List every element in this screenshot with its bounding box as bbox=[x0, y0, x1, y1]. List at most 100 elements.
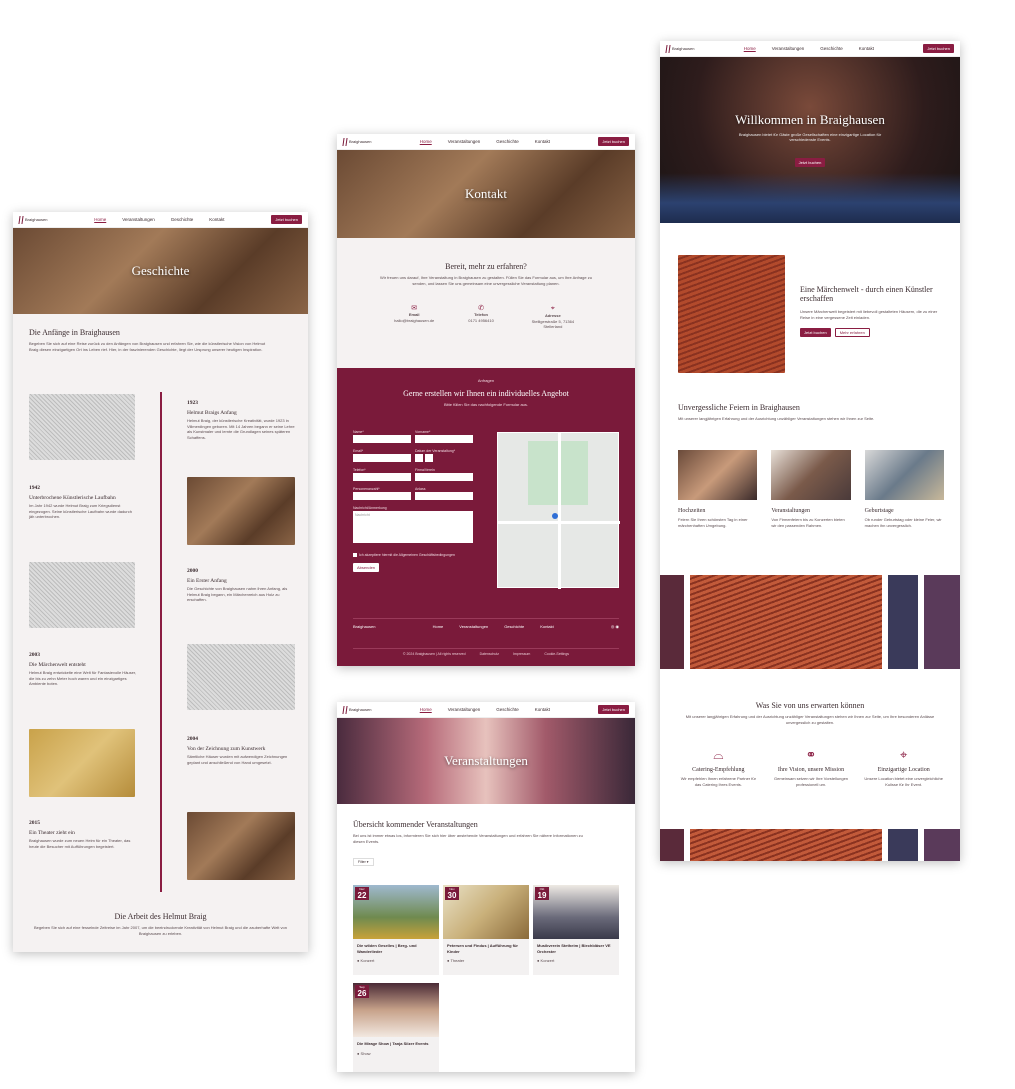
category-card[interactable]: Veranstaltungen Von Firmenfeiern bis zu … bbox=[771, 450, 851, 528]
book-button[interactable]: Jetzt buchen bbox=[598, 705, 629, 714]
name-label: Name* bbox=[353, 430, 364, 434]
footer-nav-contact[interactable]: Kontakt bbox=[540, 624, 554, 629]
nav-contact[interactable]: Kontakt bbox=[859, 46, 874, 51]
nav-history[interactable]: Geschichte bbox=[171, 217, 194, 222]
history-intro-title: Die Anfänge in Braighausen bbox=[29, 328, 120, 337]
event-card[interactable]: Dez 22 Die wilden Geselles | Berg- und Wa… bbox=[353, 885, 439, 975]
footer-nav-history[interactable]: Geschichte bbox=[504, 624, 524, 629]
nav-events[interactable]: Veranstaltungen bbox=[772, 46, 805, 51]
timeline-title: Von der Zeichnung zum Kunstwerk bbox=[187, 746, 266, 752]
guests-input[interactable] bbox=[353, 492, 411, 500]
contact-address[interactable]: ⌖ Adresse Stelligerstraße 5, 71364 Stell… bbox=[528, 304, 578, 330]
timeline-image-2004 bbox=[29, 729, 135, 797]
nav-history[interactable]: Geschichte bbox=[496, 707, 519, 712]
filter-label: Filter bbox=[358, 860, 366, 864]
footer-cookies-link[interactable]: Cookie-Settings bbox=[544, 652, 569, 656]
home-navbar: Braighausen Home Veranstaltungen Geschic… bbox=[660, 41, 960, 57]
ticket-icon: ● bbox=[537, 958, 540, 963]
filter-dropdown[interactable]: Filter ▾ bbox=[353, 858, 374, 866]
inquiry-section: Anfragen Gerne erstellen wir Ihnen ein i… bbox=[337, 368, 635, 666]
email-field[interactable] bbox=[353, 454, 411, 462]
occasion-stepper[interactable] bbox=[415, 492, 473, 500]
message-textarea[interactable]: Nachricht bbox=[353, 511, 473, 543]
celebrations-text: Mit unserer langjährigen Erfahrung und d… bbox=[678, 416, 875, 421]
form-title: Gerne erstellen wir Ihnen ein individuel… bbox=[403, 388, 569, 398]
home-hero: Willkommen in Braighausen Braighausen bi… bbox=[660, 57, 960, 223]
event-day: 19 bbox=[537, 891, 547, 900]
email-field-label: Email* bbox=[353, 449, 364, 453]
world-book-button[interactable]: Jetzt buchen bbox=[800, 328, 831, 337]
event-day: 30 bbox=[447, 891, 457, 900]
ticket-icon: ● bbox=[357, 958, 360, 963]
event-card[interactable]: Nov 30 Petersen und Findus | Aufführung f… bbox=[443, 885, 529, 975]
timeline-year: 2000 bbox=[187, 568, 198, 574]
nav-home[interactable]: Home bbox=[94, 217, 106, 222]
work-title: Die Arbeit des Helmut Braig bbox=[114, 912, 207, 921]
event-image: Dez 22 bbox=[353, 885, 439, 939]
home-page-screenshot: Braighausen Home Veranstaltungen Geschic… bbox=[660, 41, 960, 861]
brand-name: Braighausen bbox=[25, 217, 48, 222]
nav-contact[interactable]: Kontakt bbox=[209, 217, 224, 222]
world-text: Unsere Märchenwelt begeistert mit liebev… bbox=[800, 309, 938, 320]
history-hero-title: Geschichte bbox=[131, 263, 190, 278]
event-title: Petersen und Findus | Aufführung für Kin… bbox=[447, 943, 518, 954]
event-card[interactable]: Okt 19 Musikverein Stetheim | Blechbläser… bbox=[533, 885, 619, 975]
brand-logo[interactable]: Braighausen bbox=[665, 44, 694, 53]
contact-phone[interactable]: ✆ Telefon 0171 4956410 bbox=[468, 304, 494, 330]
timeline-text: Sämtliche Häuser wurden mit aufwendigen … bbox=[187, 754, 288, 765]
category-card[interactable]: Geburtstage Ob runder Geburtstag oder kl… bbox=[864, 450, 944, 528]
company-input[interactable] bbox=[415, 473, 473, 481]
contact-hero: Kontakt bbox=[337, 150, 635, 238]
category-text: Ob runder Geburtstag oder kleine Feier, … bbox=[864, 517, 942, 528]
events-hero: Veranstaltungen bbox=[337, 718, 635, 804]
nav-home[interactable]: Home bbox=[420, 139, 432, 144]
book-button[interactable]: Jetzt buchen bbox=[271, 215, 302, 224]
feature-title: Einzigartige Location bbox=[877, 767, 930, 773]
timeline-image-1942 bbox=[187, 477, 295, 545]
nav-home[interactable]: Home bbox=[420, 707, 432, 712]
world-more-button[interactable]: Mehr erfahren bbox=[834, 328, 870, 337]
nav-contact[interactable]: Kontakt bbox=[535, 139, 550, 144]
expect-text: Mit unserer langjährigen Erfahrung und d… bbox=[685, 714, 935, 725]
nav-events[interactable]: Veranstaltungen bbox=[122, 217, 155, 222]
nav-contact[interactable]: Kontakt bbox=[535, 707, 550, 712]
date-checkbox[interactable] bbox=[415, 454, 423, 462]
phone-field[interactable] bbox=[353, 473, 411, 481]
date-checkbox[interactable] bbox=[425, 454, 433, 462]
nav-history[interactable]: Geschichte bbox=[496, 139, 519, 144]
nav-events[interactable]: Veranstaltungen bbox=[448, 707, 481, 712]
date-label: Datum der Veranstaltung* bbox=[415, 449, 456, 453]
category-title: Veranstaltungen bbox=[771, 508, 810, 514]
timeline-line bbox=[160, 392, 162, 892]
nav-events[interactable]: Veranstaltungen bbox=[448, 139, 481, 144]
book-button[interactable]: Jetzt buchen bbox=[598, 137, 629, 146]
map-marker-icon bbox=[552, 513, 558, 519]
nav-home[interactable]: Home bbox=[744, 46, 756, 51]
book-button[interactable]: Jetzt buchen bbox=[923, 44, 954, 53]
nav-history[interactable]: Geschichte bbox=[820, 46, 843, 51]
map[interactable] bbox=[497, 432, 620, 589]
timeline-image-2015 bbox=[187, 812, 295, 880]
submit-button[interactable]: Absenden bbox=[353, 563, 380, 572]
category-image bbox=[771, 450, 851, 500]
privacy-label: Ich akzeptiere hiermit die Allgemeinen G… bbox=[359, 553, 455, 557]
category-card[interactable]: Hochzeiten Feiern Sie Ihren schönsten Ta… bbox=[678, 450, 758, 528]
contact-email[interactable]: ✉ Email hallo@braighausen.de bbox=[394, 304, 434, 330]
privacy-checkbox[interactable] bbox=[353, 553, 357, 557]
work-text: Begeben Sie sich auf eine fesselnde Zeit… bbox=[34, 925, 287, 936]
footer-imprint-link[interactable]: Impressum bbox=[513, 652, 530, 656]
brand-logo[interactable]: Braighausen bbox=[342, 137, 371, 146]
contact-navbar: Braighausen Home Veranstaltungen Geschic… bbox=[337, 134, 635, 150]
name-input[interactable] bbox=[353, 435, 411, 443]
event-card[interactable]: Sep 26 Die Mirage Show | Tanja Silzer Eve… bbox=[353, 983, 439, 1072]
hero-book-button[interactable]: Jetzt buchen bbox=[794, 157, 826, 167]
footer-logo[interactable]: Braighausen bbox=[353, 624, 375, 629]
brand-logo[interactable]: Braighausen bbox=[342, 705, 371, 714]
event-day: 26 bbox=[357, 989, 367, 998]
footer-nav-home[interactable]: Home bbox=[433, 624, 444, 629]
footer-privacy-link[interactable]: Datenschutz bbox=[480, 652, 499, 656]
brand-logo[interactable]: Braighausen bbox=[18, 215, 48, 224]
firstname-input[interactable] bbox=[415, 435, 473, 443]
footer-nav-events[interactable]: Veranstaltungen bbox=[459, 624, 488, 629]
social-icons[interactable]: ◎ ◉ bbox=[611, 624, 619, 629]
